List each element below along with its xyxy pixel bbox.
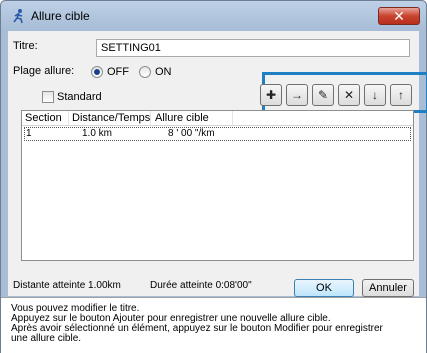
titre-input[interactable]: SETTING01 — [96, 39, 410, 57]
edit-button[interactable]: ✎ — [312, 84, 334, 106]
column-header-distance[interactable]: Distance/Temps — [72, 112, 150, 124]
title-bar: Allure cible ✕ — [1, 1, 426, 31]
titre-label: Titre: — [13, 40, 38, 52]
table-row[interactable]: 1 1.0 km 8 ' 00 "/km — [24, 127, 411, 141]
move-down-icon: ↓ — [372, 88, 378, 102]
off-label: OFF — [107, 66, 129, 78]
plage-allure-label: Plage allure: — [13, 65, 75, 77]
add-icon: ✚ — [265, 88, 277, 102]
column-header-section[interactable]: Section — [25, 112, 62, 124]
column-header-allure[interactable]: Allure cible — [155, 112, 209, 124]
off-radio[interactable] — [91, 66, 103, 78]
insert-icon: → — [291, 88, 303, 102]
delete-icon: ✕ — [343, 88, 355, 102]
ok-button[interactable]: OK — [294, 279, 354, 297]
dialog-body: Titre: SETTING01 Plage allure: OFF ON St… — [8, 31, 427, 297]
move-down-button[interactable]: ↓ — [364, 84, 386, 106]
standard-label: Standard — [57, 91, 102, 103]
on-radio[interactable] — [139, 66, 151, 78]
insert-button[interactable]: → — [286, 84, 308, 106]
column-divider[interactable] — [150, 111, 151, 126]
edit-icon: ✎ — [317, 88, 329, 102]
window-title: Allure cible — [31, 9, 90, 23]
move-up-icon: ↑ — [398, 88, 404, 102]
column-divider[interactable] — [232, 111, 233, 126]
add-button[interactable]: ✚ — [260, 84, 282, 106]
standard-checkbox[interactable] — [42, 91, 54, 103]
cell-distance: 1.0 km — [82, 128, 113, 139]
cell-allure: 8 ' 00 "/km — [168, 128, 215, 139]
distance-atteinte: Distante atteinte 1.00km — [13, 280, 121, 291]
delete-button[interactable]: ✕ — [338, 84, 360, 106]
close-button[interactable]: ✕ — [378, 7, 420, 25]
list-header: Section Distance/Temps Allure cible — [22, 111, 413, 126]
cell-section: 1 — [26, 128, 32, 139]
column-divider[interactable] — [68, 111, 69, 126]
cancel-button[interactable]: Annuler — [362, 279, 414, 297]
duree-atteinte: Durée atteinte 0:08'00" — [150, 280, 252, 291]
allure-list[interactable]: Section Distance/Temps Allure cible 1 1.… — [21, 110, 414, 261]
help-line: une allure cible. — [11, 333, 82, 344]
help-panel: Vous pouvez modifier le titre. Appuyez s… — [1, 297, 426, 353]
move-up-button[interactable]: ↑ — [390, 84, 412, 106]
on-label: ON — [155, 66, 172, 78]
runner-icon — [13, 9, 23, 24]
allure-cible-dialog: Allure cible ✕ Titre: SETTING01 Plage al… — [0, 0, 427, 353]
